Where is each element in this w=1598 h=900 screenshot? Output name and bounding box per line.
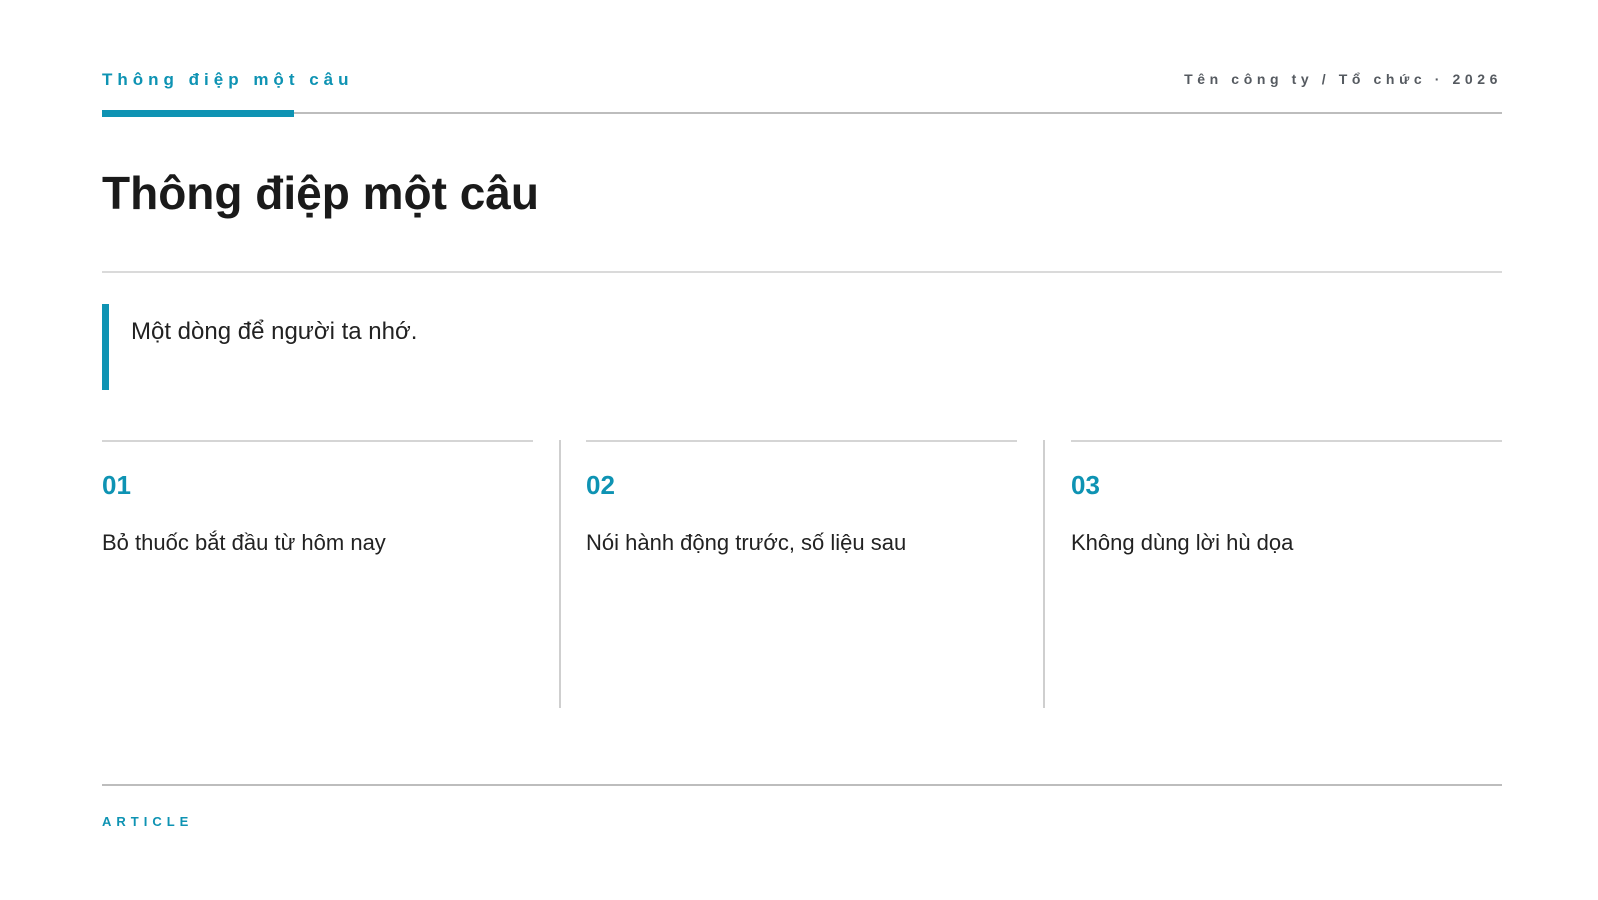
quote-accent-bar: [102, 304, 109, 390]
point-text: Bỏ thuốc bắt đầu từ hôm nay: [102, 530, 386, 555]
point-column-3: 03 Không dùng lời hù dọa: [1071, 440, 1502, 708]
point-rule: [586, 440, 1017, 442]
header-organization: Tên công ty / Tổ chức · 2026: [1184, 71, 1502, 87]
point-rule: [102, 440, 533, 442]
footer-tag: ARTICLE: [102, 814, 194, 829]
point-column-1: 01 Bỏ thuốc bắt đầu từ hôm nay: [102, 440, 533, 708]
column-divider: [559, 440, 561, 708]
point-number: 01: [102, 470, 131, 500]
point-text: Không dùng lời hù dọa: [1071, 530, 1294, 555]
point-number: 02: [586, 470, 615, 500]
point-column-2: 02 Nói hành động trước, số liệu sau: [586, 440, 1017, 708]
header-accent-bar: [102, 110, 294, 117]
point-rule: [1071, 440, 1502, 442]
slide-page: Thông điệp một câu Tên công ty / Tổ chức…: [0, 0, 1598, 900]
footer-rule: [102, 784, 1502, 786]
quote-text: Một dòng để người ta nhớ.: [131, 318, 418, 345]
page-title: Thông điệp một câu: [102, 167, 539, 219]
point-number: 03: [1071, 470, 1100, 500]
point-text: Nói hành động trước, số liệu sau: [586, 530, 907, 555]
header-kicker: Thông điệp một câu: [102, 70, 354, 89]
title-divider: [102, 271, 1502, 273]
column-divider: [1043, 440, 1045, 708]
header-rule: [102, 112, 1502, 114]
